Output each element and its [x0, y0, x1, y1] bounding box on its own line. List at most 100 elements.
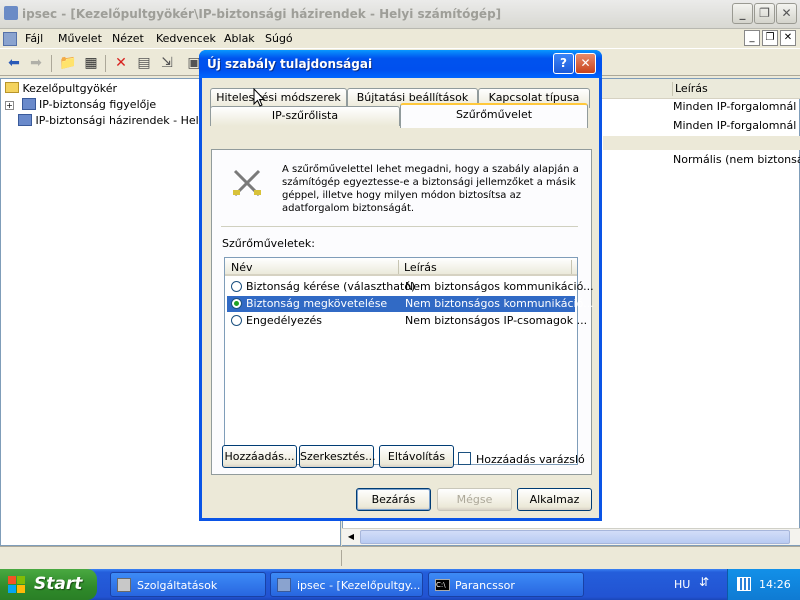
minimize-button[interactable]: _ — [732, 3, 753, 24]
mdi-minimize-button[interactable]: _ — [744, 30, 760, 46]
forward-arrow-icon[interactable]: ➡ — [25, 53, 47, 73]
filter-actions-header: Név Leírás — [225, 258, 577, 276]
radio-button[interactable] — [231, 281, 242, 292]
dialog-titlebar[interactable]: Új szabály tulajdonságai ? ✕ — [199, 50, 602, 78]
column-header-description[interactable]: Leírás — [675, 82, 708, 95]
policy-icon — [18, 114, 32, 126]
taskbar: Start Szolgáltatások ipsec - [Kezelőpult… — [0, 569, 800, 600]
filter-action-row-selected[interactable]: Biztonság megkövetelése Nem biztonságos … — [227, 296, 594, 312]
console-icon — [3, 32, 17, 46]
list-cell[interactable]: Minden IP-forgalomnál min — [673, 100, 800, 113]
app-icon — [4, 6, 18, 20]
filter-action-row[interactable]: Biztonság kérése (választható) Nem bizto… — [227, 279, 594, 295]
status-divider — [341, 550, 342, 566]
tree-item-label: IP-biztonsági házirendek - Helyi s — [35, 114, 218, 127]
mdi-close-button[interactable]: ✕ — [780, 30, 796, 46]
command-prompt-icon: C:\ — [435, 579, 450, 591]
scroll-left-icon[interactable]: ◀ — [344, 530, 358, 544]
toolbar-separator — [51, 55, 52, 72]
filter-action-name: Engedélyezés — [246, 314, 323, 327]
list-cell[interactable]: Normális (nem biztonságos — [673, 153, 800, 166]
menubar: Fájl Művelet Nézet Kedvencek Ablak Súgó … — [0, 29, 800, 49]
filter-action-description: A szűrőművelettel lehet megadni, hogy a … — [282, 164, 579, 214]
tree-item-ipsec-policies[interactable]: IP-biztonsági házirendek - Helyi s — [18, 114, 217, 127]
filter-action-row[interactable]: Engedélyezés Nem biztonságos IP-csomagok… — [227, 313, 587, 329]
column-divider[interactable] — [672, 82, 673, 96]
radio-button[interactable] — [231, 315, 242, 326]
show-tree-icon[interactable]: ▦ — [80, 53, 102, 73]
mouse-cursor-icon — [253, 88, 265, 107]
tree-root-label: Kezelőpultgyökér — [22, 82, 118, 95]
filter-action-name: Biztonság megkövetelése — [246, 297, 388, 310]
language-indicator[interactable]: HU — [674, 578, 690, 591]
main-window-title: ipsec - [Kezelőpultgyökér\IP-biztonsági … — [22, 7, 502, 21]
network-icon[interactable] — [737, 577, 751, 591]
column-divider[interactable] — [571, 260, 572, 274]
remove-button[interactable]: Eltávolítás — [379, 445, 454, 468]
filter-action-icon — [233, 169, 261, 197]
clock[interactable]: 14:26 — [759, 578, 791, 591]
dialog-title: Új szabály tulajdonságai — [207, 57, 373, 71]
dialog-close-button[interactable]: ✕ — [575, 53, 596, 74]
maximize-button[interactable]: ❐ — [754, 3, 775, 24]
add-button[interactable]: Hozzáadás... — [222, 445, 297, 468]
rule-properties-dialog: Új szabály tulajdonságai ? ✕ Hitelesítés… — [199, 50, 602, 521]
computer-icon — [21, 98, 36, 110]
radio-button-selected[interactable] — [231, 298, 242, 309]
menu-help[interactable]: Súgó — [265, 32, 293, 45]
tree-item-label: IP-biztonság figyelője — [39, 98, 157, 111]
main-titlebar[interactable]: ipsec - [Kezelőpultgyökér\IP-biztonsági … — [0, 0, 800, 29]
console-icon — [277, 578, 291, 592]
menu-favorites[interactable]: Kedvencek — [156, 32, 216, 45]
filter-action-desc: Nem biztonságos kommunikáció... — [405, 280, 594, 293]
edit-button[interactable]: Szerkesztés... — [299, 445, 376, 468]
tree-root[interactable]: Kezelőpultgyökér — [5, 82, 117, 95]
filter-action-desc: Nem biztonságos kommunikáció... — [405, 297, 594, 310]
column-header-description[interactable]: Leírás — [404, 261, 437, 274]
filter-actions-list: Név Leírás Biztonság kérése (választható… — [224, 257, 594, 465]
delete-icon[interactable]: ✕ — [110, 53, 132, 73]
status-bar — [0, 546, 800, 569]
tab-filter-action[interactable]: Szűrőművelet — [400, 103, 588, 128]
properties-icon[interactable]: ▤ — [133, 53, 155, 73]
menu-window[interactable]: Ablak — [224, 32, 255, 45]
horizontal-scrollbar[interactable]: ◀ — [342, 528, 800, 545]
tree-item-ipsec-monitor[interactable]: + IP-biztonság figyelője — [5, 98, 156, 111]
tab-authentication[interactable]: Hitelesítési módszerek — [210, 88, 347, 108]
wizard-checkbox-label[interactable]: Hozzáadás varázsló — [476, 453, 585, 466]
start-button[interactable]: Start — [0, 569, 97, 600]
expand-icon[interactable]: + — [5, 101, 14, 110]
mdi-restore-button[interactable]: ❐ — [762, 30, 778, 46]
dialog-help-button[interactable]: ? — [553, 53, 574, 74]
menu-file[interactable]: Fájl — [25, 32, 43, 45]
dialog-body: Hitelesítési módszerek Bújtatási beállít… — [202, 78, 599, 518]
toolbar-separator — [105, 55, 106, 72]
services-icon — [117, 578, 131, 592]
mdi-controls: _ ❐ ✕ — [744, 30, 800, 47]
start-label: Start — [34, 574, 83, 594]
close-dialog-button[interactable]: Bezárás — [356, 488, 431, 511]
taskbar-item-ipsec[interactable]: ipsec - [Kezelőpultgy... — [270, 572, 423, 597]
menu-action[interactable]: Művelet — [58, 32, 102, 45]
taskbar-item-cmd[interactable]: C:\ Parancssor — [428, 572, 584, 597]
close-button[interactable]: ✕ — [776, 3, 797, 24]
list-row-highlight — [603, 136, 800, 150]
tab-ip-filter-list[interactable]: IP-szűrőlista — [210, 106, 400, 126]
scroll-thumb[interactable] — [360, 530, 790, 544]
back-arrow-icon[interactable]: ⬅ — [3, 53, 25, 73]
up-folder-icon[interactable]: 📁 — [57, 53, 79, 73]
system-tray: 14:26 — [727, 569, 800, 600]
apply-button[interactable]: Alkalmaz — [517, 488, 592, 511]
menu-view[interactable]: Nézet — [112, 32, 144, 45]
cancel-button[interactable]: Mégse — [437, 488, 512, 511]
taskbar-item-label: ipsec - [Kezelőpultgy... — [297, 579, 421, 592]
taskbar-item-label: Parancssor — [455, 579, 515, 592]
column-header-name[interactable]: Név — [231, 261, 253, 274]
filter-action-desc: Nem biztonságos IP-csomagok ... — [405, 314, 588, 327]
language-bar-icon[interactable]: ⇵ — [699, 575, 709, 589]
taskbar-item-services[interactable]: Szolgáltatások — [110, 572, 266, 597]
column-divider[interactable] — [398, 260, 399, 274]
list-cell[interactable]: Minden IP-forgalomnál min — [673, 119, 800, 132]
wizard-checkbox[interactable] — [458, 452, 471, 465]
export-list-icon[interactable]: ⇲ — [156, 53, 178, 73]
